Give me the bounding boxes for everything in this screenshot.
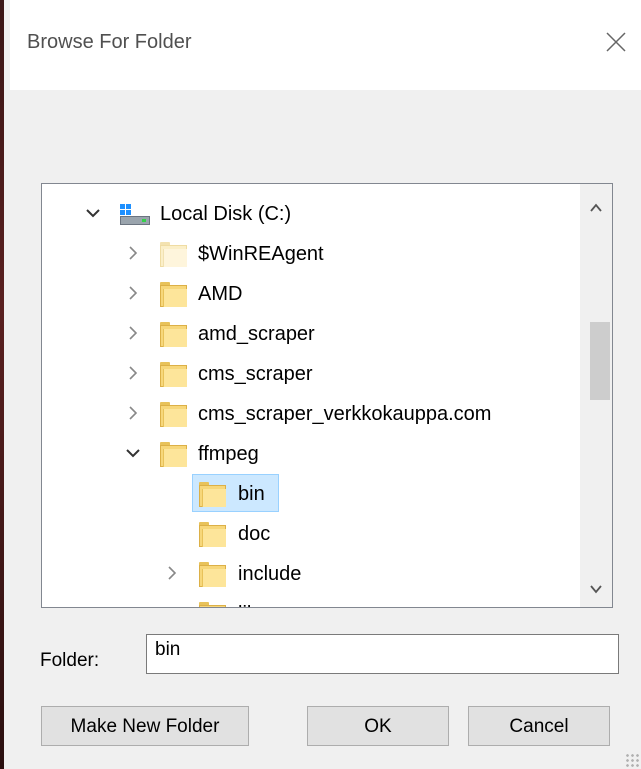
folder-tree-view[interactable]: Local Disk (C:) $WinREAgent AMD amd_scra…	[41, 183, 613, 608]
chevron-down-icon[interactable]	[124, 440, 142, 466]
tree-item-label: ffmpeg	[198, 443, 259, 465]
tree-item-ffmpeg[interactable]: ffmpeg	[42, 434, 580, 474]
tree-item-cms-scraper-verkkokauppa[interactable]: cms_scraper_verkkokauppa.com	[42, 394, 580, 434]
tree-item-label: doc	[238, 523, 271, 545]
folder-name-input[interactable]	[146, 634, 619, 674]
folder-icon	[199, 562, 226, 587]
tree-item-cms-scraper[interactable]: cms_scraper	[42, 354, 580, 394]
folder-icon	[160, 242, 187, 267]
folder-icon	[199, 482, 226, 507]
tree-item-include[interactable]: include	[42, 554, 580, 594]
tree-item-bin[interactable]: bin	[42, 474, 580, 514]
folder-icon	[199, 602, 226, 607]
drive-icon	[120, 204, 150, 226]
chevron-right-icon[interactable]	[124, 400, 142, 426]
tree-item-label: cms_scraper	[198, 363, 313, 385]
tree-item-amd[interactable]: AMD	[42, 274, 580, 314]
folder-icon	[199, 522, 226, 547]
scrollbar-thumb[interactable]	[590, 322, 610, 400]
tree-item-label: $WinREAgent	[198, 243, 324, 265]
title-bar[interactable]: Browse For Folder	[10, 0, 641, 90]
tree-item-lib[interactable]: lib	[42, 594, 580, 607]
chevron-right-icon[interactable]	[124, 240, 142, 266]
chevron-right-icon[interactable]	[124, 280, 142, 306]
folder-field-label: Folder:	[40, 650, 100, 671]
tree-item-label: Local Disk (C:)	[160, 203, 292, 225]
chevron-down-icon[interactable]	[84, 200, 102, 226]
tree-item-winreagent[interactable]: $WinREAgent	[42, 234, 580, 274]
tree-item-label: amd_scraper	[198, 323, 315, 345]
tree-item-label: cms_scraper_verkkokauppa.com	[198, 403, 492, 425]
tree-item-local-disk[interactable]: Local Disk (C:)	[42, 194, 580, 234]
tree-item-label: bin	[238, 483, 265, 505]
scroll-down-icon[interactable]	[580, 573, 612, 605]
tree-item-amd-scraper[interactable]: amd_scraper	[42, 314, 580, 354]
tree-item-label: lib	[238, 602, 258, 607]
cancel-button[interactable]: Cancel	[468, 706, 610, 746]
close-icon[interactable]	[598, 24, 634, 60]
folder-icon	[160, 322, 187, 347]
chevron-right-icon[interactable]	[124, 320, 142, 346]
folder-icon	[160, 282, 187, 307]
chevron-right-icon[interactable]	[124, 360, 142, 386]
folder-icon	[160, 402, 187, 427]
ok-button[interactable]: OK	[307, 706, 449, 746]
dialog-title: Browse For Folder	[27, 31, 192, 53]
folder-icon	[160, 362, 187, 387]
folder-icon	[160, 442, 187, 467]
scroll-up-icon[interactable]	[580, 192, 612, 224]
tree-item-label: include	[238, 563, 302, 585]
make-new-folder-button[interactable]: Make New Folder	[41, 706, 249, 746]
tree-item-label: AMD	[198, 283, 243, 305]
chevron-right-icon[interactable]	[163, 560, 181, 586]
resize-grip-icon[interactable]	[625, 753, 639, 767]
tree-item-doc[interactable]: doc	[42, 514, 580, 554]
browse-for-folder-dialog: Browse For Folder Local Disk (C:) $WinRE…	[10, 0, 641, 769]
vertical-scrollbar[interactable]	[580, 184, 612, 607]
